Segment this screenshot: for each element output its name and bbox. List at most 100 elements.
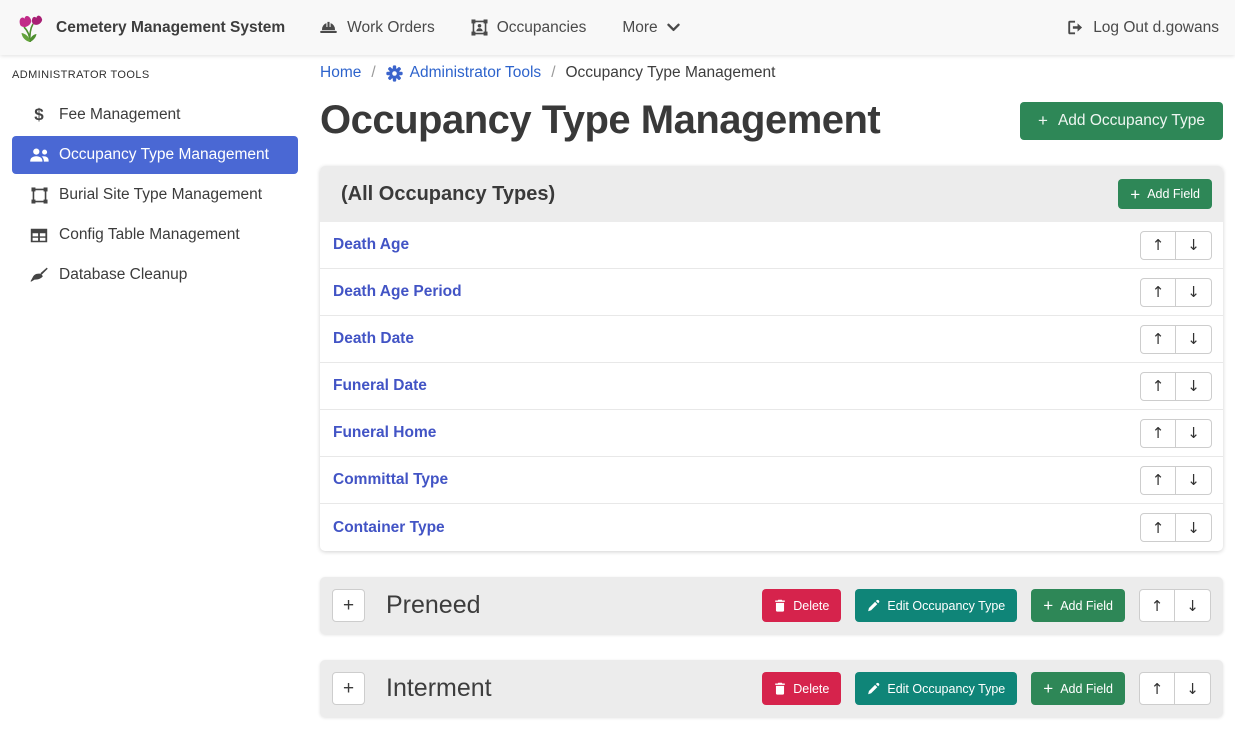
card-title: (All Occupancy Types) bbox=[341, 183, 555, 206]
sidebar-item-label: Config Table Management bbox=[59, 226, 240, 244]
field-row: Committal Type ↑ ↓ bbox=[320, 457, 1223, 504]
users-icon bbox=[28, 148, 50, 162]
reorder-group: ↑ ↓ bbox=[1139, 589, 1211, 622]
nav-work-orders[interactable]: Work Orders bbox=[319, 19, 435, 37]
add-field-label: Add Field bbox=[1147, 187, 1200, 201]
page-title: Occupancy Type Management bbox=[320, 98, 880, 143]
sidebar-item-label: Burial Site Type Management bbox=[59, 186, 262, 204]
sidebar-item-fee-management[interactable]: $ Fee Management bbox=[12, 96, 298, 134]
top-navbar: Cemetery Management System Work Orders bbox=[0, 0, 1235, 55]
add-field-button[interactable]: + Add Field bbox=[1031, 672, 1125, 705]
nav-more-label: More bbox=[622, 19, 657, 37]
field-link-death-date[interactable]: Death Date bbox=[333, 330, 414, 348]
tulip-logo-icon bbox=[16, 12, 46, 44]
move-up-button[interactable]: ↑ bbox=[1140, 466, 1176, 495]
nav-more[interactable]: More bbox=[622, 19, 679, 37]
trash-icon bbox=[774, 682, 786, 695]
field-row: Death Age ↑ ↓ bbox=[320, 222, 1223, 269]
occupancy-frame-icon bbox=[471, 19, 488, 36]
move-up-button[interactable]: ↑ bbox=[1140, 278, 1176, 307]
move-down-button[interactable]: ↓ bbox=[1176, 419, 1212, 448]
breadcrumb-home-link[interactable]: Home bbox=[320, 64, 361, 82]
expand-button[interactable]: + bbox=[332, 672, 365, 705]
add-field-button[interactable]: + Add Field bbox=[1118, 179, 1212, 209]
section-title: Preneed bbox=[386, 591, 481, 620]
add-field-button[interactable]: + Add Field bbox=[1031, 589, 1125, 622]
sidebar-item-config-table-management[interactable]: Config Table Management bbox=[12, 216, 298, 254]
occupancy-type-section-preneed: + Preneed Delete bbox=[320, 577, 1223, 634]
hard-hat-icon bbox=[319, 20, 338, 35]
sidebar: ADMINISTRATOR TOOLS $ Fee Management Occ… bbox=[0, 55, 310, 738]
broom-icon bbox=[28, 267, 50, 283]
section-actions: Delete Edit Occupancy Type + Add Field ↑ bbox=[762, 589, 1211, 622]
add-field-label: Add Field bbox=[1060, 682, 1113, 696]
logout-icon bbox=[1067, 20, 1084, 35]
pencil-icon bbox=[867, 682, 880, 695]
card-header: (All Occupancy Types) + Add Field bbox=[320, 166, 1223, 222]
move-down-button[interactable]: ↓ bbox=[1176, 231, 1212, 260]
nav-work-orders-label: Work Orders bbox=[347, 19, 435, 37]
edit-occupancy-type-button[interactable]: Edit Occupancy Type bbox=[855, 672, 1017, 705]
vector-square-icon bbox=[28, 187, 50, 204]
nav-occupancies[interactable]: Occupancies bbox=[471, 19, 587, 37]
move-up-button[interactable]: ↑ bbox=[1139, 589, 1175, 622]
breadcrumb-separator: / bbox=[551, 64, 555, 82]
add-occupancy-type-button[interactable]: + Add Occupancy Type bbox=[1020, 102, 1223, 140]
field-link-container-type[interactable]: Container Type bbox=[333, 519, 445, 537]
edit-occupancy-type-label: Edit Occupancy Type bbox=[887, 682, 1005, 696]
logout-label: Log Out d.gowans bbox=[1093, 19, 1219, 37]
sidebar-item-label: Database Cleanup bbox=[59, 266, 187, 284]
move-up-button[interactable]: ↑ bbox=[1140, 513, 1176, 542]
sidebar-item-database-cleanup[interactable]: Database Cleanup bbox=[12, 256, 298, 294]
all-occupancy-types-card: (All Occupancy Types) + Add Field Death … bbox=[320, 166, 1223, 551]
logout-button[interactable]: Log Out d.gowans bbox=[1067, 19, 1219, 37]
move-down-button[interactable]: ↓ bbox=[1176, 372, 1212, 401]
sidebar-item-occupancy-type-management[interactable]: Occupancy Type Management bbox=[12, 136, 298, 174]
reorder-group: ↑ ↓ bbox=[1140, 231, 1212, 260]
move-up-button[interactable]: ↑ bbox=[1140, 419, 1176, 448]
plus-icon: + bbox=[1130, 186, 1140, 203]
move-down-button[interactable]: ↓ bbox=[1176, 325, 1212, 354]
breadcrumb: Home / Administrator Tool bbox=[320, 64, 1223, 82]
field-link-death-age-period[interactable]: Death Age Period bbox=[333, 283, 462, 301]
move-down-button[interactable]: ↓ bbox=[1176, 513, 1212, 542]
move-up-button[interactable]: ↑ bbox=[1139, 672, 1175, 705]
pencil-icon bbox=[867, 599, 880, 612]
move-up-button[interactable]: ↑ bbox=[1140, 231, 1176, 260]
add-occupancy-type-label: Add Occupancy Type bbox=[1058, 112, 1205, 130]
move-down-button[interactable]: ↓ bbox=[1176, 466, 1212, 495]
move-up-button[interactable]: ↑ bbox=[1140, 325, 1176, 354]
breadcrumb-admin-tools-link[interactable]: Administrator Tools bbox=[386, 64, 542, 82]
section-actions: Delete Edit Occupancy Type + Add Field ↑ bbox=[762, 672, 1211, 705]
move-down-button[interactable]: ↓ bbox=[1175, 672, 1211, 705]
occupancy-type-section-interment: + Interment Delete bbox=[320, 660, 1223, 717]
field-link-committal-type[interactable]: Committal Type bbox=[333, 471, 448, 489]
expand-button[interactable]: + bbox=[332, 589, 365, 622]
field-link-funeral-home[interactable]: Funeral Home bbox=[333, 424, 436, 442]
add-field-label: Add Field bbox=[1060, 599, 1113, 613]
field-link-funeral-date[interactable]: Funeral Date bbox=[333, 377, 427, 395]
field-link-death-age[interactable]: Death Age bbox=[333, 236, 409, 254]
table-icon bbox=[28, 228, 50, 243]
nav-occupancies-label: Occupancies bbox=[497, 19, 587, 37]
breadcrumb-separator: / bbox=[371, 64, 375, 82]
field-row: Death Date ↑ ↓ bbox=[320, 316, 1223, 363]
field-row: Funeral Home ↑ ↓ bbox=[320, 410, 1223, 457]
sidebar-item-label: Occupancy Type Management bbox=[59, 146, 269, 164]
plus-icon: + bbox=[1038, 112, 1048, 129]
edit-occupancy-type-label: Edit Occupancy Type bbox=[887, 599, 1005, 613]
main-content: Home / Administrator Tool bbox=[310, 55, 1235, 738]
plus-icon: + bbox=[1043, 597, 1053, 614]
move-up-button[interactable]: ↑ bbox=[1140, 372, 1176, 401]
delete-button[interactable]: Delete bbox=[762, 672, 841, 705]
edit-occupancy-type-button[interactable]: Edit Occupancy Type bbox=[855, 589, 1017, 622]
sidebar-item-burial-site-type-management[interactable]: Burial Site Type Management bbox=[12, 176, 298, 214]
move-down-button[interactable]: ↓ bbox=[1175, 589, 1211, 622]
move-down-button[interactable]: ↓ bbox=[1176, 278, 1212, 307]
reorder-group: ↑ ↓ bbox=[1140, 325, 1212, 354]
field-row: Funeral Date ↑ ↓ bbox=[320, 363, 1223, 410]
field-row: Container Type ↑ ↓ bbox=[320, 504, 1223, 551]
delete-label: Delete bbox=[793, 599, 829, 613]
reorder-group: ↑ ↓ bbox=[1140, 513, 1212, 542]
delete-button[interactable]: Delete bbox=[762, 589, 841, 622]
